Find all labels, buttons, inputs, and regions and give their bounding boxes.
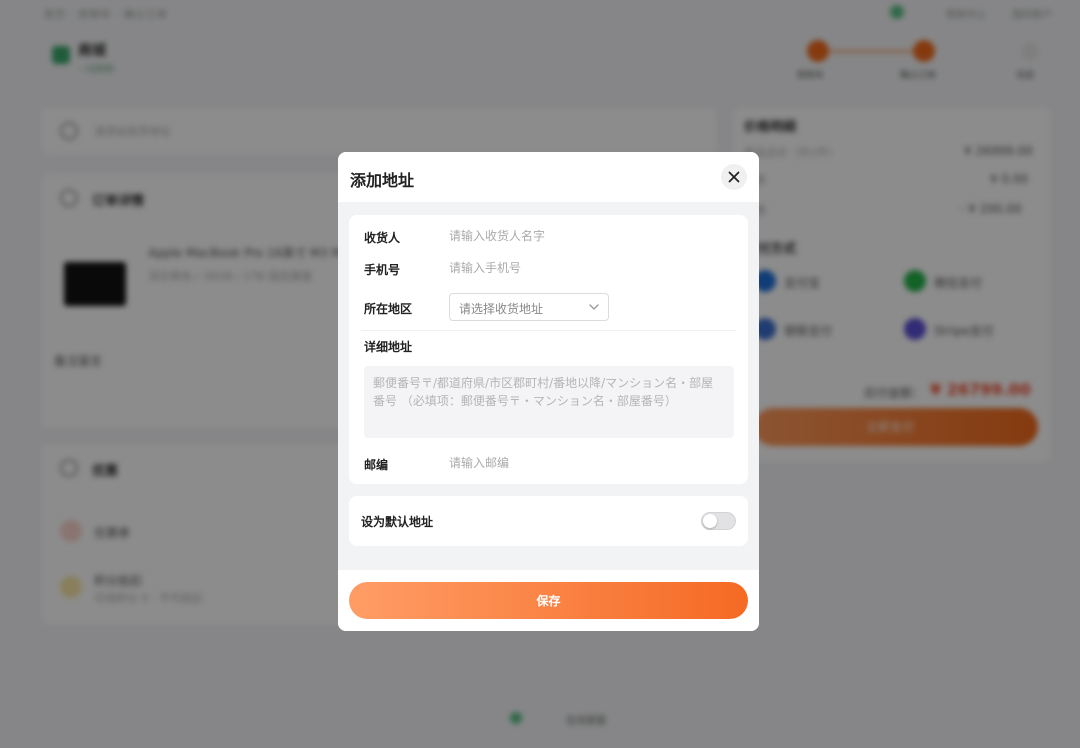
dialog-footer: 保存 (338, 570, 759, 631)
postcode-label: 邮编 (364, 458, 389, 472)
postcode-input[interactable] (449, 453, 729, 473)
close-button[interactable] (721, 164, 747, 190)
address-form: 收货人 手机号 所在地区 请选择收货地址 详细地址 邮编 (349, 215, 748, 484)
region-select-placeholder: 请选择收货地址 (459, 302, 544, 316)
add-address-dialog: 添加地址 收货人 手机号 所在地区 请选择收货地址 详细地址 邮编 设为默认地址 (338, 152, 759, 631)
region-label: 所在地区 (364, 302, 413, 316)
phone-label: 手机号 (364, 263, 401, 277)
region-select[interactable]: 请选择收货地址 (449, 293, 609, 321)
dialog-header: 添加地址 (338, 152, 759, 202)
detail-address-label: 详细地址 (364, 340, 413, 354)
detail-address-textarea[interactable] (364, 366, 734, 438)
save-button[interactable]: 保存 (349, 582, 748, 619)
default-address-toggle[interactable] (701, 512, 736, 530)
recipient-label: 收货人 (364, 231, 401, 245)
dialog-title: 添加地址 (350, 171, 415, 190)
form-divider (361, 330, 736, 331)
default-address-label: 设为默认地址 (361, 515, 434, 529)
phone-input[interactable] (449, 258, 729, 278)
recipient-input[interactable] (449, 226, 729, 246)
toggle-knob (703, 514, 717, 528)
default-address-row: 设为默认地址 (349, 496, 748, 546)
chevron-down-icon (589, 304, 599, 310)
close-icon (728, 171, 740, 183)
